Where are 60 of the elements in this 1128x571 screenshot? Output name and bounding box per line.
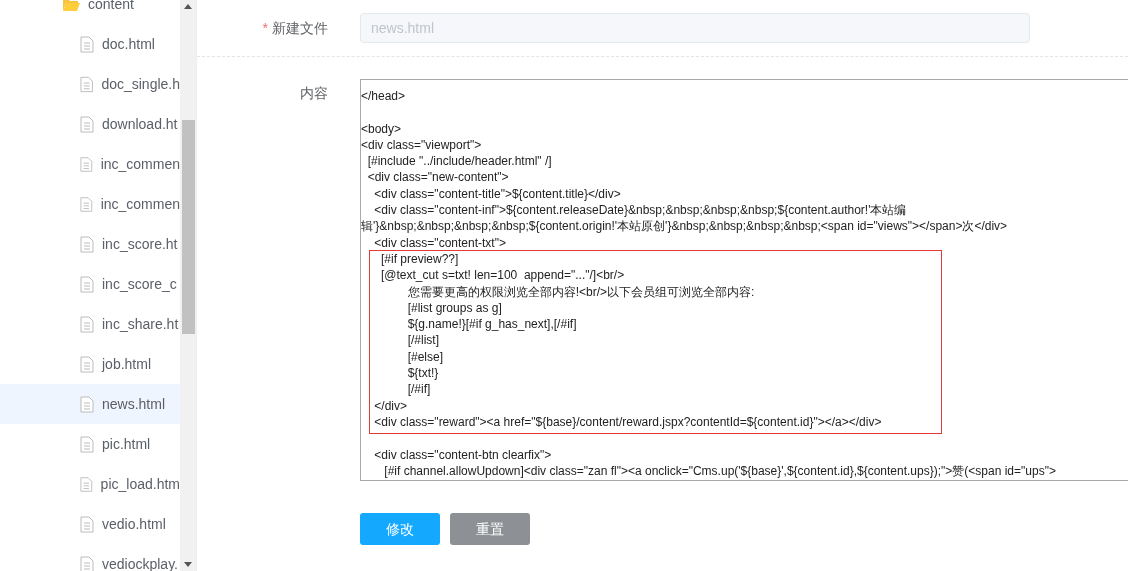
code-editor[interactable]: [360, 79, 1128, 481]
tree-item[interactable]: doc.html: [0, 24, 180, 64]
tree-item[interactable]: inc_share.ht: [0, 304, 180, 344]
file-icon: [80, 235, 94, 253]
scroll-up-icon[interactable]: [184, 4, 192, 10]
code-line: [#else]: [406, 348, 445, 366]
code-line: 辑'}&nbsp;&nbsp;&nbsp;&nbsp;${content.origin!'本站原创'}&nbsp;&nbsp;&nbsp;&nbsp;<span id="views"></span>次</div>: [361, 218, 1009, 235]
tree-item[interactable]: pic.html: [0, 424, 180, 464]
code-line: [#if channel.allowUpdown]<div class="zan fl"><a onclick="Cms.up('${base}',${content.id},${content.ups});">赞(<span id="ups">: [383, 462, 1057, 480]
code-line: <div class="content-btn clearfix">: [373, 446, 553, 463]
scrollbar[interactable]: [180, 0, 196, 571]
tree-item[interactable]: content: [0, 0, 180, 24]
tree-item[interactable]: pic_load.htm: [0, 464, 180, 504]
code-line: <body>: [361, 120, 403, 137]
file-icon: [80, 155, 93, 173]
file-icon: [80, 195, 93, 213]
code-line: [@text_cut s=txt! len=100 append="..."/]<br/>: [380, 267, 626, 284]
required-mark: *: [262, 19, 268, 36]
file-icon: [80, 275, 94, 293]
code-line: [/#list]: [406, 332, 441, 349]
code-line: <div class="content-txt">: [373, 234, 507, 251]
file-icon: [80, 315, 94, 333]
tree-item[interactable]: job.html: [0, 344, 180, 384]
code-line: [#list groups as g]: [406, 299, 503, 317]
tree-item[interactable]: inc_score.ht: [0, 224, 180, 264]
tree-item[interactable]: inc_commen: [0, 144, 180, 184]
file-icon: [80, 475, 93, 493]
folder-icon: [62, 0, 80, 12]
code-line: [#include "../include/header.html" /]: [366, 153, 553, 170]
scrollbar-thumb[interactable]: [181, 120, 195, 334]
tree-item[interactable]: vediockplay.: [0, 544, 180, 571]
file-icon: [80, 355, 94, 373]
file-icon: [80, 435, 94, 453]
scroll-down-icon[interactable]: [184, 561, 192, 567]
code-line: ${txt!}: [406, 365, 440, 382]
code-line: <div class="content-inf">${content.releaseDate}&nbsp;&nbsp;&nbsp;&nbsp;${content.author!'本站编: [373, 202, 908, 219]
file-icon: [80, 115, 94, 133]
file-icon: [80, 35, 94, 53]
file-icon: [80, 555, 94, 571]
code-line: <div class="new-content">: [366, 169, 510, 186]
code-line: [#if preview??]: [380, 250, 460, 268]
file-icon: [80, 515, 94, 533]
tree-item[interactable]: inc_commen: [0, 184, 180, 224]
code-line: [/#if]: [406, 381, 432, 398]
code-line: <div class="reward"><a href="${base}/content/reward.jspx?contentId=${content.id}"></a></div>: [373, 413, 883, 431]
code-line: ${g.name!}[#if g_has_next],[/#if]: [406, 316, 578, 333]
file-icon: [80, 395, 94, 413]
file-icon: [80, 75, 94, 93]
tree-item[interactable]: doc_single.h: [0, 64, 180, 104]
field-label: 新建文件: [272, 19, 328, 36]
field-label: 内容: [300, 85, 328, 101]
tree-item[interactable]: news.html: [0, 384, 180, 424]
tree-item[interactable]: download.ht: [0, 104, 180, 144]
code-line: 您需要更高的权限浏览全部内容!<br/>以下会员组可浏览全部内容:: [406, 283, 756, 300]
code-line: </div>: [373, 397, 409, 414]
tree-item[interactable]: vedio.html: [0, 504, 180, 544]
code-line: <div class="viewport">: [361, 136, 483, 154]
tree-item[interactable]: inc_score_c: [0, 264, 180, 304]
code-line: <div class="content-title">${content.title}</div>: [373, 185, 622, 203]
code-line: </head>: [361, 88, 407, 105]
